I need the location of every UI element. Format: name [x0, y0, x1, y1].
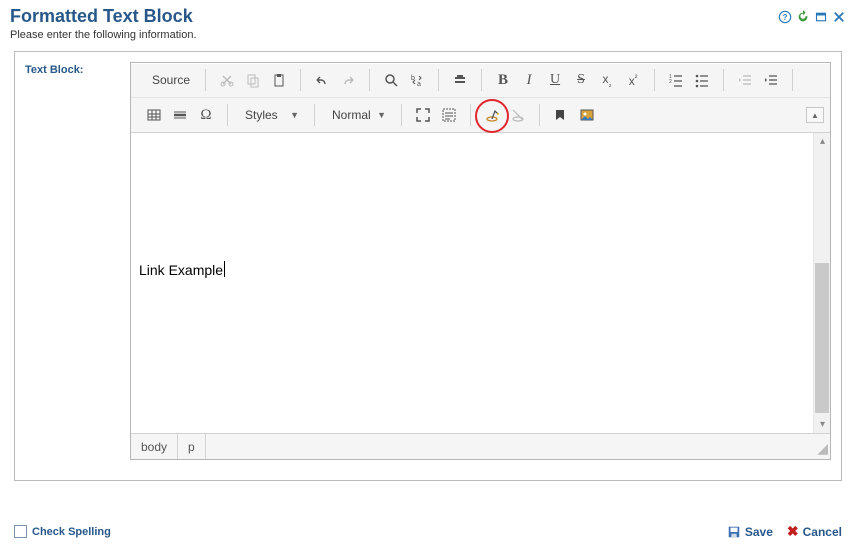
- maximize-icon[interactable]: [814, 10, 828, 24]
- scroll-down-icon[interactable]: ▾: [814, 416, 831, 433]
- cancel-button[interactable]: ✖ Cancel: [787, 523, 842, 540]
- styles-combo[interactable]: Styles▼: [236, 103, 306, 127]
- strike-button[interactable]: S: [568, 67, 594, 93]
- svg-text:2: 2: [669, 79, 672, 85]
- editor-content-area[interactable]: Link Example ▴ ▾: [131, 133, 830, 433]
- unlink-button[interactable]: [505, 102, 531, 128]
- bold-button[interactable]: B: [490, 67, 516, 93]
- undo-button[interactable]: [309, 67, 335, 93]
- checkbox-icon: [14, 525, 27, 538]
- vertical-scrollbar[interactable]: ▴ ▾: [813, 133, 830, 433]
- scroll-thumb[interactable]: [815, 263, 829, 413]
- collapse-toolbar-button[interactable]: ▲: [806, 107, 824, 123]
- find-button[interactable]: [378, 67, 404, 93]
- superscript-button[interactable]: x²: [620, 67, 646, 93]
- field-label-text-block: Text Block:: [25, 62, 130, 460]
- remove-format-button[interactable]: [447, 67, 473, 93]
- replace-button[interactable]: ba: [404, 67, 430, 93]
- scroll-up-icon[interactable]: ▴: [814, 133, 831, 150]
- image-button[interactable]: [574, 102, 600, 128]
- editor-text: Link Example: [139, 261, 225, 278]
- copy-button[interactable]: [240, 67, 266, 93]
- editor-status-bar: body p ◢: [131, 433, 830, 459]
- cancel-icon: ✖: [787, 523, 799, 540]
- dialog: Formatted Text Block Please enter the fo…: [0, 0, 856, 550]
- dialog-footer: Check Spelling Save ✖ Cancel: [14, 523, 842, 540]
- subscript-button[interactable]: x₂: [594, 67, 620, 93]
- help-icon[interactable]: ?: [778, 10, 792, 24]
- resize-grip-icon[interactable]: ◢: [810, 434, 830, 459]
- source-button[interactable]: Source: [141, 67, 197, 93]
- dialog-title: Formatted Text Block: [10, 6, 197, 27]
- close-icon[interactable]: [832, 10, 846, 24]
- horizontal-rule-button[interactable]: [167, 102, 193, 128]
- maximize-editor-button[interactable]: [410, 102, 436, 128]
- rich-text-editor: Source: [130, 62, 831, 460]
- elements-path-body[interactable]: body: [131, 434, 178, 459]
- elements-path-p[interactable]: p: [178, 434, 206, 459]
- indent-button[interactable]: [758, 67, 784, 93]
- save-icon: [727, 525, 741, 539]
- dialog-controls: ?: [778, 6, 846, 24]
- redo-button[interactable]: [335, 67, 361, 93]
- refresh-icon[interactable]: [796, 10, 810, 24]
- check-spelling-checkbox[interactable]: Check Spelling: [14, 525, 111, 538]
- show-blocks-button[interactable]: [436, 102, 462, 128]
- underline-button[interactable]: U: [542, 67, 568, 93]
- anchor-button[interactable]: [548, 102, 574, 128]
- dialog-subtitle: Please enter the following information.: [10, 29, 197, 41]
- paste-button[interactable]: [266, 67, 292, 93]
- table-button[interactable]: [141, 102, 167, 128]
- link-button[interactable]: [479, 102, 505, 128]
- svg-text:?: ?: [783, 13, 788, 22]
- editor-toolbar: Source: [131, 63, 830, 133]
- svg-text:a: a: [417, 81, 421, 88]
- main-panel: Text Block: Source: [14, 51, 842, 481]
- cut-button[interactable]: [214, 67, 240, 93]
- bullet-list-button[interactable]: [689, 67, 715, 93]
- special-char-button[interactable]: Ω: [193, 102, 219, 128]
- outdent-button[interactable]: [732, 67, 758, 93]
- italic-button[interactable]: I: [516, 67, 542, 93]
- save-button[interactable]: Save: [727, 525, 773, 539]
- format-combo[interactable]: Normal▼: [323, 103, 393, 127]
- numbered-list-button[interactable]: 12: [663, 67, 689, 93]
